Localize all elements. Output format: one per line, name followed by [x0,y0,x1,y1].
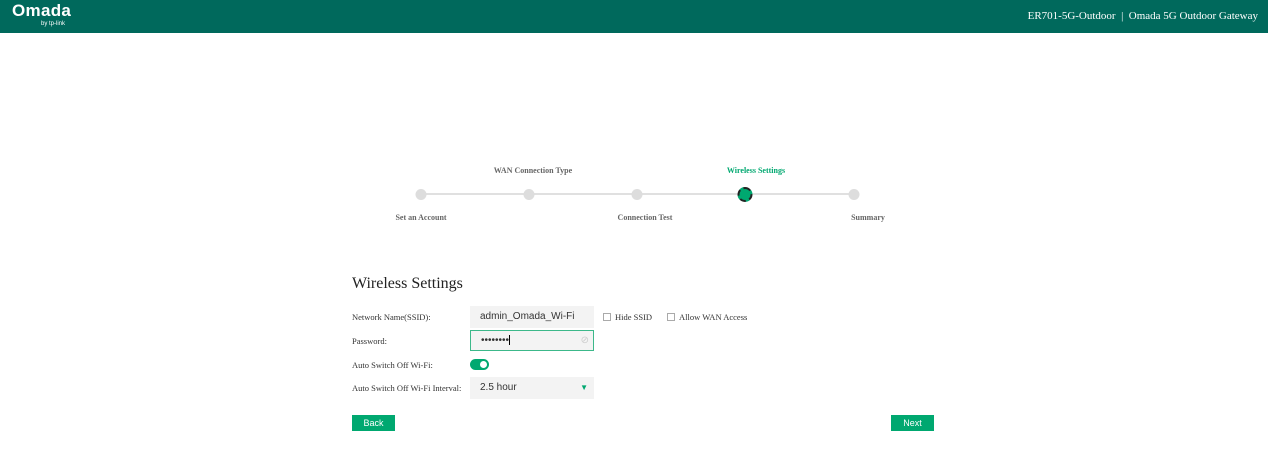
checkbox-box[interactable] [667,313,675,321]
step-dot [631,189,643,200]
ssid-label: Network Name(SSID): [352,312,431,322]
step-label-connection-test: Connection Test [617,213,673,222]
step-label-summary: Summary [851,213,885,222]
allow-wan-checkbox[interactable]: Allow WAN Access [667,312,747,322]
device-info: ER701-5G-Outdoor | Omada 5G Outdoor Gate… [1027,10,1258,22]
password-input[interactable]: •••••••• ⊘ [470,330,594,351]
auto-off-label: Auto Switch Off Wi-Fi: [352,360,433,370]
step-label-wireless: Wireless Settings [726,166,786,175]
password-label: Password: [352,336,387,346]
eye-off-icon[interactable]: ⊘ [581,331,589,351]
hide-ssid-checkbox[interactable]: Hide SSID [603,312,652,322]
step-label-set-account: Set an Account [395,213,447,222]
step-dot [523,189,535,200]
logo-text: Omada [12,1,72,20]
checkbox-box[interactable] [603,313,611,321]
hide-ssid-label: Hide SSID [615,312,653,322]
step-dot-active [737,187,753,202]
page-title: Wireless Settings [352,275,463,292]
ssid-input[interactable]: admin_Omada_Wi-Fi [470,306,594,328]
next-button[interactable]: Next [891,415,934,431]
chevron-down-icon: ▼ [580,383,588,392]
back-button[interactable]: Back [352,415,395,431]
logo-subtext: by tp-link [41,21,66,27]
step-label-wan-type: WAN Connection Type [493,166,573,175]
step-dot [415,189,427,200]
interval-value: 2.5 hour [480,382,517,393]
allow-wan-label: Allow WAN Access [679,312,748,322]
auto-off-toggle[interactable] [470,359,489,370]
omada-logo: Omada by tp-link [12,1,72,28]
step-dot [848,189,860,200]
password-value: •••••••• [481,335,510,346]
top-header: Omada by tp-link ER701-5G-Outdoor | Omad… [0,0,1268,33]
interval-label: Auto Switch Off Wi-Fi Interval: [352,383,462,393]
interval-select[interactable]: 2.5 hour ▼ [470,377,594,399]
